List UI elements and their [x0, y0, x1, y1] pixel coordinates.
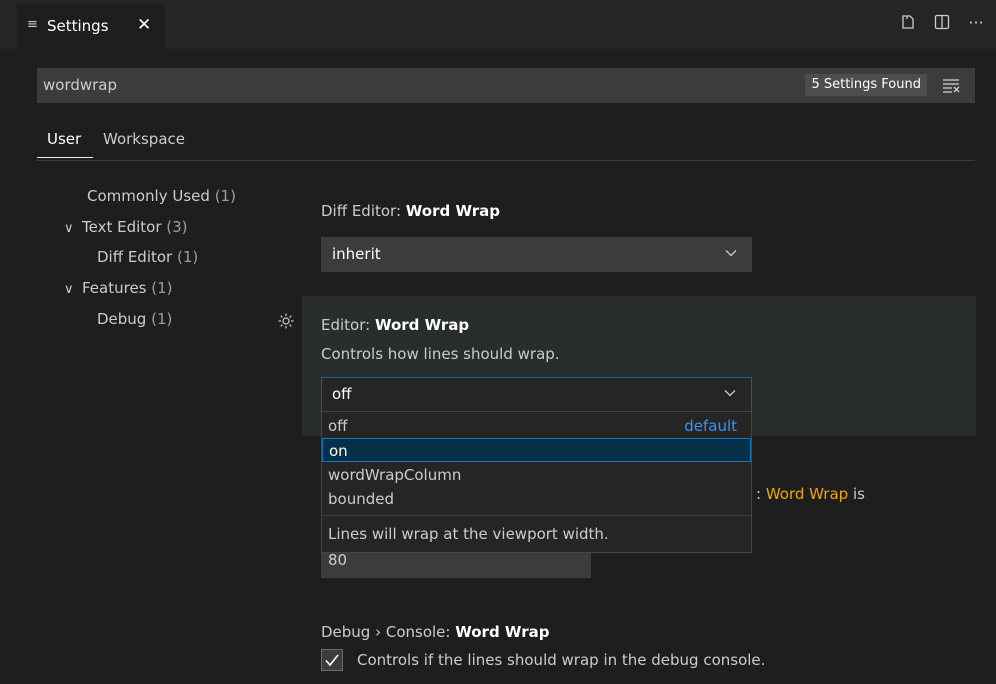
tab-bar: ≡ Settings ✕ ··· [0, 0, 996, 49]
chevron-down-icon [723, 386, 737, 400]
chevron-down-icon: ∨ [64, 221, 74, 236]
option-label: on [329, 442, 348, 460]
tab-user[interactable]: User [47, 130, 81, 148]
debug-word-wrap-checkbox[interactable] [321, 649, 343, 671]
toc-label: Text Editor [82, 218, 162, 236]
dropdown-divider [322, 515, 751, 516]
setting-category: Diff Editor: [321, 202, 406, 220]
option-label: wordWrapColumn [328, 466, 462, 484]
split-editor-icon[interactable] [932, 12, 952, 32]
word-wrap-column-description: : Word Wrap is [756, 485, 865, 503]
debug-word-wrap-title: Debug › Console: Word Wrap [321, 623, 549, 641]
option-label: off [328, 417, 348, 435]
chevron-down-icon: ∨ [64, 282, 74, 297]
select-value: inherit [332, 245, 381, 263]
option-word-wrap-column[interactable]: wordWrapColumn [322, 463, 751, 487]
toc-label: Diff Editor [97, 248, 173, 266]
word-wrap-dropdown: off default on wordWrapColumn bounded Li… [321, 411, 752, 553]
select-value: off [332, 385, 352, 403]
debug-word-wrap-description: Controls if the lines should wrap in the… [357, 651, 766, 669]
setting-name: Word Wrap [405, 202, 500, 220]
toc-count: (1) [151, 310, 173, 328]
clear-filter-icon[interactable] [941, 75, 961, 95]
toc-label: Features [82, 279, 147, 297]
active-tab-underline [37, 157, 93, 158]
gear-icon[interactable] [277, 312, 295, 330]
editor-word-wrap-select[interactable]: off [321, 377, 752, 412]
toc-label: Commonly Used [87, 187, 210, 205]
toc-debug[interactable]: Debug (1) [97, 310, 172, 328]
toc-count: (1) [151, 279, 173, 297]
settings-tab[interactable]: ≡ Settings ✕ [17, 4, 165, 49]
search-input[interactable]: wordwrap [43, 76, 117, 94]
close-icon[interactable]: ✕ [137, 15, 151, 35]
editor-word-wrap-description: Controls how lines should wrap. [321, 345, 560, 363]
setting-category: Debug › Console: [321, 623, 456, 641]
results-count-badge: 5 Settings Found [805, 74, 927, 96]
toc-text-editor[interactable]: ∨ Text Editor (3) [64, 218, 188, 236]
open-settings-json-icon[interactable] [898, 12, 918, 32]
setting-link[interactable]: Word Wrap [766, 485, 848, 503]
more-actions-icon[interactable]: ··· [966, 12, 986, 32]
input-value: 80 [328, 551, 348, 569]
option-bounded[interactable]: bounded [322, 487, 751, 511]
setting-category: Editor: [321, 316, 375, 334]
partial-suffix: is [848, 485, 865, 503]
toc-count: (1) [214, 187, 236, 205]
option-off[interactable]: off default [322, 414, 751, 438]
toc-count: (1) [177, 248, 199, 266]
tab-title: Settings [47, 17, 109, 35]
checkmark-icon [325, 654, 339, 667]
chevron-down-icon [724, 246, 738, 260]
settings-search[interactable]: wordwrap 5 Settings Found [37, 68, 975, 103]
scope-tabs: User Workspace [37, 124, 975, 161]
default-label: default [684, 417, 737, 435]
tab-workspace[interactable]: Workspace [103, 130, 185, 148]
diff-word-wrap-title: Diff Editor: Word Wrap [321, 202, 500, 220]
option-label: bounded [328, 490, 394, 508]
toc-diff-editor[interactable]: Diff Editor (1) [97, 248, 198, 266]
partial-prefix: : [756, 485, 766, 503]
settings-list-icon: ≡ [27, 17, 38, 32]
option-description: Lines will wrap at the viewport width. [328, 525, 609, 543]
editor-actions: ··· [898, 12, 986, 32]
setting-name: Word Wrap [374, 316, 470, 334]
toc-commonly-used[interactable]: Commonly Used (1) [87, 187, 236, 205]
diff-word-wrap-select[interactable]: inherit [321, 237, 752, 272]
toc-label: Debug [97, 310, 147, 328]
toc-features[interactable]: ∨ Features (1) [64, 279, 173, 297]
toc-count: (3) [166, 218, 188, 236]
editor-word-wrap-title: Editor: Word Wrap [321, 316, 469, 334]
setting-name: Word Wrap [455, 623, 550, 641]
option-on[interactable]: on [322, 438, 751, 462]
